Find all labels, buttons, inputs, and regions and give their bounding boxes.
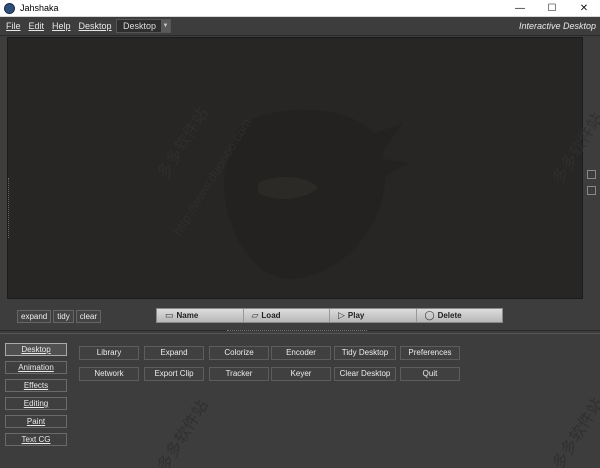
watermark-logo-icon [223, 109, 408, 279]
nav-animation[interactable]: Animation [5, 361, 67, 374]
clear-desktop-button[interactable]: Clear Desktop [334, 367, 396, 381]
load-button[interactable]: ▱ Load [244, 309, 330, 322]
nav-editing[interactable]: Editing [5, 397, 67, 410]
layout-grid-icon[interactable] [587, 170, 596, 179]
delete-label: Delete [437, 311, 462, 320]
watermark-text-bottom: 多多软件站 [155, 397, 212, 468]
layout-list-icon[interactable] [587, 186, 596, 195]
expand-button[interactable]: expand [17, 310, 52, 323]
menu-desktop[interactable]: Desktop [79, 21, 112, 31]
tracker-button[interactable]: Tracker [209, 367, 269, 381]
desktop-select[interactable]: Desktop ▼ [116, 19, 171, 33]
tidy-button[interactable]: tidy [53, 310, 74, 323]
title-bar: Jahshaka — ☐ ✕ [0, 0, 600, 17]
play-icon: ▷ [338, 310, 345, 320]
clear-button[interactable]: clear [75, 310, 102, 323]
folder-icon: ▱ [251, 310, 259, 320]
module-nav: Desktop Animation Effects Editing Paint … [5, 343, 67, 451]
menu-help[interactable]: Help [52, 21, 71, 31]
load-label: Load [261, 311, 281, 320]
splitter-handle[interactable] [227, 330, 367, 333]
mode-label: Interactive Desktop [518, 21, 596, 31]
nav-effects[interactable]: Effects [5, 379, 67, 392]
network-button[interactable]: Network [79, 367, 139, 381]
watermark-text-bottom-right: 多多软件站 [550, 395, 600, 468]
tidy-desktop-button[interactable]: Tidy Desktop [334, 346, 396, 360]
window-controls: — ☐ ✕ [504, 0, 600, 17]
clip-action-bar: ▭ Name ▱ Load ▷ Play ◯ Delete [156, 308, 503, 323]
desktop-select-value: Desktop [123, 21, 157, 31]
desktop-tools: expand tidy clear [17, 310, 103, 323]
preferences-button[interactable]: Preferences [400, 346, 460, 360]
minimize-icon[interactable]: — [504, 0, 536, 17]
menu-bar: File Edit Help Desktop Desktop ▼ Interac… [0, 17, 600, 36]
encoder-button[interactable]: Encoder [271, 346, 331, 360]
name-label: Name [176, 311, 199, 320]
play-button[interactable]: ▷ Play [330, 309, 417, 322]
app-logo-icon [4, 2, 15, 14]
maximize-icon[interactable]: ☐ [536, 0, 568, 17]
menu-file[interactable]: File [6, 21, 21, 31]
play-label: Play [347, 311, 365, 320]
chevron-down-icon[interactable]: ▼ [161, 20, 170, 32]
keyer-button[interactable]: Keyer [271, 367, 331, 381]
menu-edit[interactable]: Edit [29, 21, 45, 31]
delete-button[interactable]: ◯ Delete [417, 309, 503, 322]
nav-desktop[interactable]: Desktop [5, 343, 67, 356]
nav-text-cg[interactable]: Text CG [5, 433, 67, 446]
viewport-resize-handle[interactable] [8, 178, 12, 238]
colorize-button[interactable]: Colorize [209, 346, 269, 360]
quit-button[interactable]: Quit [400, 367, 460, 381]
expand-clip-button[interactable]: Expand [144, 346, 204, 360]
desktop-viewport[interactable] [7, 37, 583, 299]
library-button[interactable]: Library [79, 346, 139, 360]
nav-paint[interactable]: Paint [5, 415, 67, 428]
name-button[interactable]: ▭ Name [157, 309, 244, 322]
delete-circle-icon: ◯ [424, 310, 435, 320]
name-tag-icon: ▭ [165, 310, 174, 320]
window-title: Jahshaka [20, 3, 59, 13]
close-icon[interactable]: ✕ [568, 0, 600, 17]
export-clip-button[interactable]: Export Clip [144, 367, 204, 381]
